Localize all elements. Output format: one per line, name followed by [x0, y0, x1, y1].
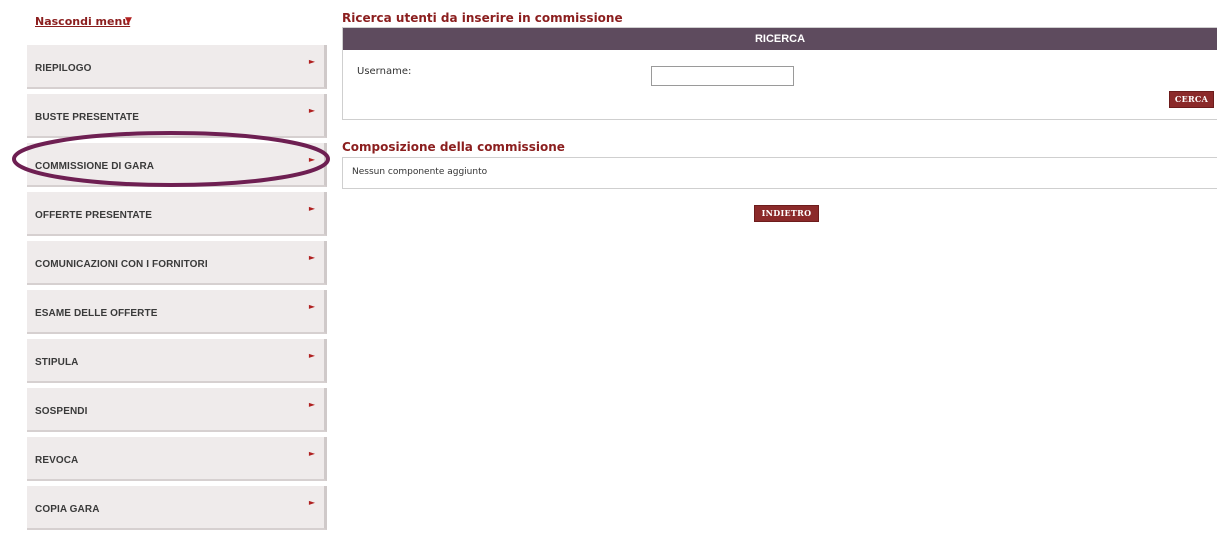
sidebar-item-offerte-presentate[interactable]: OFFERTE PRESENTATE ► [27, 192, 327, 236]
sidebar-item-label: STIPULA [35, 357, 79, 368]
arrow-right-icon: ► [308, 498, 315, 507]
empty-list-message: Nessun componente aggiunto [352, 167, 488, 177]
composition-section-title: Composizione della commissione [342, 140, 565, 154]
sidebar-menu: RIEPILOGO ► BUSTE PRESENTATE ► COMMISSIO… [27, 45, 327, 535]
hide-menu-link[interactable]: Nascondi menu [35, 15, 130, 28]
sidebar-item-revoca[interactable]: REVOCA ► [27, 437, 327, 481]
sidebar-item-label: OFFERTE PRESENTATE [35, 210, 152, 221]
sidebar-item-sospendi[interactable]: SOSPENDI ► [27, 388, 327, 432]
sidebar-item-label: COPIA GARA [35, 504, 100, 515]
sidebar-item-comunicazioni-con-i-fornitori[interactable]: COMUNICAZIONI CON I FORNITORI ► [27, 241, 327, 285]
search-panel-header: RICERCA [343, 28, 1217, 50]
sidebar-item-riepilogo[interactable]: RIEPILOGO ► [27, 45, 327, 89]
back-button[interactable]: INDIETRO [754, 205, 819, 222]
sidebar-item-label: COMMISSIONE DI GARA [35, 161, 155, 172]
sidebar-item-stipula[interactable]: STIPULA ► [27, 339, 327, 383]
sidebar-item-commissione-di-gara[interactable]: COMMISSIONE DI GARA ► [27, 143, 327, 187]
arrow-right-icon: ► [308, 253, 315, 262]
sidebar-item-label: COMUNICAZIONI CON I FORNITORI [35, 259, 208, 270]
username-label: Username: [357, 66, 412, 77]
sidebar-item-label: REVOCA [35, 455, 79, 466]
arrow-right-icon: ► [308, 57, 315, 66]
arrow-right-icon: ► [308, 351, 315, 360]
chevron-down-icon[interactable]: ▼ [125, 16, 132, 26]
sidebar-item-esame-delle-offerte[interactable]: ESAME DELLE OFFERTE ► [27, 290, 327, 334]
search-panel: RICERCA Username: CERCA [342, 27, 1217, 120]
arrow-right-icon: ► [308, 155, 315, 164]
sidebar-item-buste-presentate[interactable]: BUSTE PRESENTATE ► [27, 94, 327, 138]
sidebar-item-label: RIEPILOGO [35, 63, 92, 74]
sidebar-item-label: SOSPENDI [35, 406, 88, 417]
username-input[interactable] [651, 66, 794, 86]
arrow-right-icon: ► [308, 302, 315, 311]
search-section-title: Ricerca utenti da inserire in commission… [342, 11, 623, 25]
arrow-right-icon: ► [308, 449, 315, 458]
sidebar-item-label: BUSTE PRESENTATE [35, 112, 140, 123]
search-button[interactable]: CERCA [1169, 91, 1214, 108]
composition-list: Nessun componente aggiunto [342, 157, 1217, 189]
arrow-right-icon: ► [308, 400, 315, 409]
arrow-right-icon: ► [308, 204, 315, 213]
sidebar-item-label: ESAME DELLE OFFERTE [35, 308, 158, 319]
arrow-right-icon: ► [308, 106, 315, 115]
sidebar-item-copia-gara[interactable]: COPIA GARA ► [27, 486, 327, 530]
